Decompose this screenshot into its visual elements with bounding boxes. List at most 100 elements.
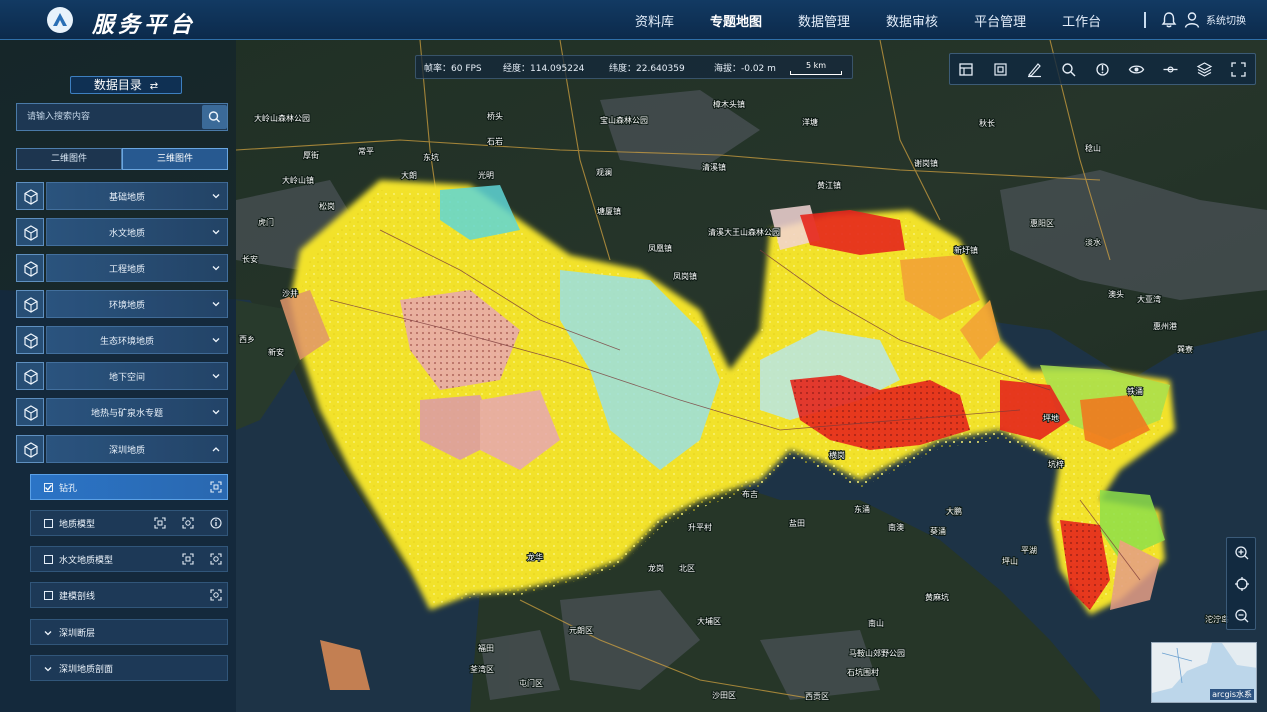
fullextent-icon[interactable] xyxy=(209,552,223,566)
checkbox[interactable] xyxy=(44,519,53,528)
map-label: 西贡区 xyxy=(805,692,829,701)
map-label: 铁涌 xyxy=(1127,386,1143,396)
chevron-up-icon[interactable] xyxy=(211,444,221,454)
app-title: 服务平台 xyxy=(92,13,197,38)
location-icon[interactable] xyxy=(1094,61,1111,78)
system-switch-link[interactable]: 系统切换 xyxy=(1206,12,1246,27)
category-item[interactable]: 工程地质 xyxy=(16,254,228,282)
nav-item-platform-management[interactable]: 平台管理 xyxy=(974,11,1026,30)
visibility-icon[interactable] xyxy=(1128,61,1145,78)
zoom-in-icon[interactable] xyxy=(1234,545,1250,561)
category-item[interactable]: 环境地质 xyxy=(16,290,228,318)
category-bar[interactable]: 生态环境地质 xyxy=(46,326,228,354)
map-toolbar xyxy=(949,53,1256,85)
sub-item[interactable]: 建模剖线 xyxy=(30,582,228,608)
longitude-readout: 经度：114.095224 xyxy=(503,64,585,74)
chevron-down-icon[interactable] xyxy=(211,299,221,309)
focus-icon[interactable] xyxy=(209,480,223,494)
measure-icon[interactable] xyxy=(1026,61,1043,78)
nav-divider xyxy=(1144,12,1146,28)
table-icon[interactable] xyxy=(958,61,975,78)
chevron-down-icon[interactable] xyxy=(211,263,221,273)
map-label: 荃湾区 xyxy=(470,664,494,674)
map-label: 洋塘 xyxy=(802,117,818,127)
bell-icon[interactable] xyxy=(1160,11,1178,29)
sub-item[interactable]: 深圳地质剖面 xyxy=(30,655,228,681)
category-bar[interactable]: 地下空间 xyxy=(46,362,228,390)
fullextent-icon[interactable] xyxy=(992,61,1009,78)
locate-icon[interactable] xyxy=(1234,576,1250,592)
map-label: 清溪镇 xyxy=(702,162,726,172)
sub-item[interactable]: 地质模型 xyxy=(30,510,228,536)
category-bar[interactable]: 深圳地质 xyxy=(46,435,228,463)
focus-icon[interactable] xyxy=(153,516,167,530)
nav-item-library[interactable]: 资料库 xyxy=(635,11,674,30)
zoom-out-icon[interactable] xyxy=(1234,608,1250,624)
map-label: 秋长 xyxy=(979,118,995,128)
fullscreen-icon[interactable] xyxy=(1230,61,1247,78)
fullextent-icon[interactable] xyxy=(209,588,223,602)
info-icon[interactable] xyxy=(209,516,223,530)
category-bar[interactable]: 水文地质 xyxy=(46,218,228,246)
map-label: 观澜 xyxy=(596,168,612,177)
chevron-down-icon[interactable] xyxy=(43,664,53,674)
category-item[interactable]: 生态环境地质 xyxy=(16,326,228,354)
map-label: 马鞍山郊野公园 xyxy=(849,648,905,658)
layers-icon[interactable] xyxy=(1196,61,1213,78)
panel-title[interactable]: 数据目录 ⇄ xyxy=(70,76,182,94)
focus-icon[interactable] xyxy=(181,552,195,566)
map-label: 北区 xyxy=(679,564,695,573)
category-item[interactable]: 地下空间 xyxy=(16,362,228,390)
cube-icon xyxy=(16,182,44,210)
search-map-icon[interactable] xyxy=(1060,61,1077,78)
map-label: 惠阳区 xyxy=(1030,218,1054,228)
chevron-down-icon[interactable] xyxy=(211,371,221,381)
category-label: 地下空间 xyxy=(108,373,145,383)
category-bar[interactable]: 基础地质 xyxy=(46,182,228,210)
swap-icon[interactable]: ⇄ xyxy=(150,81,158,92)
nav-item-data-review[interactable]: 数据审核 xyxy=(886,11,938,30)
category-item[interactable]: 水文地质 xyxy=(16,218,228,246)
category-bar[interactable]: 工程地质 xyxy=(46,254,228,282)
tab-2d-maps[interactable]: 二维图件 xyxy=(16,148,122,170)
category-item[interactable]: 深圳地质 xyxy=(16,435,228,463)
checkbox[interactable] xyxy=(44,555,53,564)
map-label: 大岭山镇 xyxy=(282,175,314,185)
chevron-down-icon[interactable] xyxy=(211,191,221,201)
chevron-down-icon[interactable] xyxy=(211,335,221,345)
sub-item[interactable]: 深圳断层 xyxy=(30,619,228,645)
map-label: 光明 xyxy=(478,170,494,180)
chevron-down-icon[interactable] xyxy=(211,227,221,237)
category-item[interactable]: 地热与矿泉水专题 xyxy=(16,398,228,426)
nav-item-workbench[interactable]: 工作台 xyxy=(1062,11,1101,30)
checkbox[interactable] xyxy=(44,591,53,600)
map-label: 长安 xyxy=(242,254,258,264)
user-icon[interactable] xyxy=(1184,11,1200,29)
slice-icon[interactable] xyxy=(1162,61,1179,78)
altitude-readout: 海拔：-0.02 m xyxy=(714,64,776,74)
sub-item-label: 深圳断层 xyxy=(59,629,96,639)
category-bar[interactable]: 地热与矿泉水专题 xyxy=(46,398,228,426)
category-item[interactable]: 基础地质 xyxy=(16,182,228,210)
tab-3d-maps[interactable]: 三维图件 xyxy=(122,148,228,170)
chevron-down-icon[interactable] xyxy=(211,407,221,417)
sub-item[interactable]: 水文地质模型 xyxy=(30,546,228,572)
category-bar[interactable]: 环境地质 xyxy=(46,290,228,318)
search-button[interactable] xyxy=(202,105,227,129)
map-label: 布吉 xyxy=(742,489,758,499)
sub-item-label: 钻孔 xyxy=(59,484,78,494)
nav-item-thematic-map[interactable]: 专题地图 xyxy=(710,11,762,30)
sub-item[interactable]: 钻孔 xyxy=(30,474,228,500)
cube-icon xyxy=(16,326,44,354)
nav-item-data-management[interactable]: 数据管理 xyxy=(798,11,850,30)
minimap[interactable]: arcgis水系 xyxy=(1151,642,1257,703)
fullextent-icon[interactable] xyxy=(181,516,195,530)
search-input[interactable] xyxy=(17,104,201,130)
map-label: 元朗区 xyxy=(569,625,593,635)
chevron-down-icon[interactable] xyxy=(43,628,53,638)
map-label: 升平村 xyxy=(688,522,712,532)
category-label: 地热与矿泉水专题 xyxy=(90,409,163,419)
checkbox[interactable] xyxy=(44,483,53,492)
scale-bar xyxy=(790,71,842,75)
zoom-controls xyxy=(1226,537,1256,630)
